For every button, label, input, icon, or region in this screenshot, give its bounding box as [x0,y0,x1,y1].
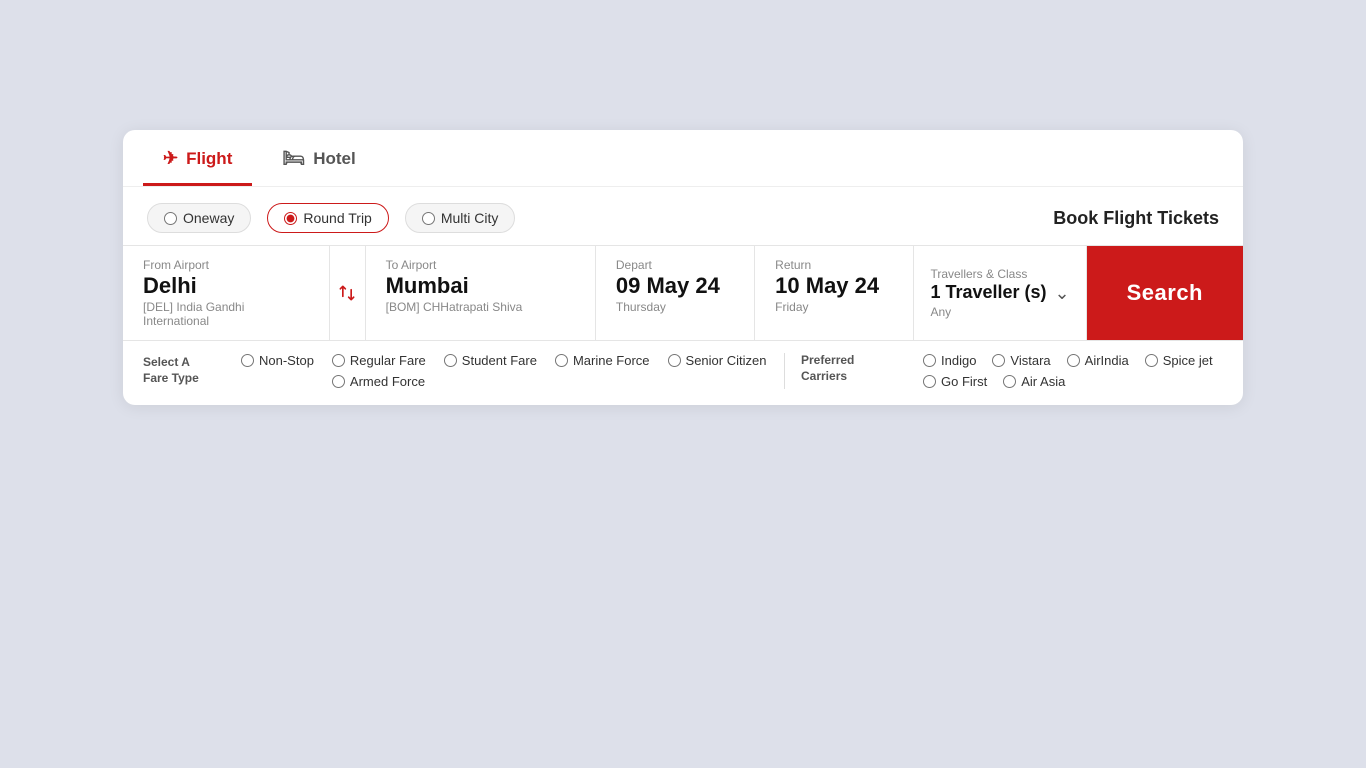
indigo-radio[interactable] [923,354,936,367]
vistara-radio[interactable] [992,354,1005,367]
depart-field[interactable]: Depart 09 May 24 Thursday [596,246,755,340]
indigo-label: Indigo [941,353,976,368]
marine-force-radio[interactable] [555,354,568,367]
flight-icon: ✈ [163,148,178,169]
tab-flight[interactable]: ✈ Flight [143,130,252,186]
return-date: 10 May 24 [775,274,893,298]
to-code: [BOM] CHHatrapati Shiva [386,300,575,314]
marine-force-label: Marine Force [573,353,650,368]
carrier-options: Indigo Vistara AirIndia Spice jet Go Fir… [923,353,1223,389]
spicejet-label: Spice jet [1163,353,1213,368]
student-fare-radio[interactable] [444,354,457,367]
tab-hotel[interactable]: 🛏 Hotel [262,130,375,186]
return-day: Friday [775,300,893,314]
preferred-carriers-label: PreferredCarriers [801,353,911,384]
airindia-radio[interactable] [1067,354,1080,367]
trip-type-row: Oneway Round Trip Multi City Book Flight… [123,187,1243,241]
roundtrip-option[interactable]: Round Trip [267,203,388,233]
carrier-indigo[interactable]: Indigo [923,353,976,368]
regular-fare-radio[interactable] [332,354,345,367]
senior-citizen-label: Senior Citizen [686,353,767,368]
book-title: Book Flight Tickets [1053,208,1219,229]
chevron-down-icon: ⌄ [1055,283,1070,304]
tab-hotel-label: Hotel [313,149,356,169]
depart-day: Thursday [616,300,734,314]
fare-row: Select AFare Type Non-Stop Regular Fare … [123,341,1243,405]
student-fare-label: Student Fare [462,353,537,368]
gofirst-label: Go First [941,374,987,389]
fare-option-regular[interactable]: Regular Fare [332,353,426,368]
carriers-section: PreferredCarriers Indigo Vistara AirIndi… [801,353,1223,389]
fare-option-student[interactable]: Student Fare [444,353,537,368]
armed-force-label: Armed Force [350,374,425,389]
carrier-vistara[interactable]: Vistara [992,353,1050,368]
vistara-label: Vistara [1010,353,1050,368]
return-field[interactable]: Return 10 May 24 Friday [755,246,914,340]
non-stop-label: Non-Stop [259,353,314,368]
fare-option-marine[interactable]: Marine Force [555,353,650,368]
senior-citizen-radio[interactable] [668,354,681,367]
tab-flight-label: Flight [186,149,232,169]
airasia-radio[interactable] [1003,375,1016,388]
from-label: From Airport [143,258,309,272]
fare-option-armed[interactable]: Armed Force [332,374,425,389]
to-city: Mumbai [386,274,575,298]
booking-card: ✈ Flight 🛏 Hotel Oneway Round Trip Multi… [123,130,1243,405]
oneway-label: Oneway [183,210,234,226]
fare-options: Regular Fare Student Fare Marine Force S… [332,353,768,389]
depart-label: Depart [616,258,734,272]
multicity-label: Multi City [441,210,499,226]
carrier-airindia[interactable]: AirIndia [1067,353,1129,368]
search-button[interactable]: Search [1087,246,1243,340]
airasia-label: Air Asia [1021,374,1065,389]
travellers-count: 1 Traveller (s) [930,283,1046,303]
travellers-class: Any [930,305,1046,319]
travellers-content: Travellers & Class 1 Traveller (s) Any [930,267,1046,319]
roundtrip-radio[interactable] [284,212,297,225]
from-code: [DEL] India Gandhi International [143,300,309,328]
non-stop-group[interactable]: Non-Stop [241,353,314,368]
tab-bar: ✈ Flight 🛏 Hotel [123,130,1243,187]
carrier-spicejet[interactable]: Spice jet [1145,353,1213,368]
carrier-gofirst[interactable]: Go First [923,374,987,389]
oneway-option[interactable]: Oneway [147,203,251,233]
multicity-radio[interactable] [422,212,435,225]
oneway-radio[interactable] [164,212,177,225]
gofirst-radio[interactable] [923,375,936,388]
armed-force-radio[interactable] [332,375,345,388]
regular-fare-label: Regular Fare [350,353,426,368]
travellers-label: Travellers & Class [930,267,1046,281]
hotel-icon: 🛏 [282,148,305,169]
non-stop-option[interactable]: Non-Stop [241,353,314,368]
fare-carriers-row: Select AFare Type Non-Stop Regular Fare … [143,353,768,389]
from-city: Delhi [143,274,309,298]
carrier-airasia[interactable]: Air Asia [1003,374,1065,389]
vertical-divider [784,353,785,389]
search-bar: From Airport Delhi [DEL] India Gandhi In… [123,245,1243,341]
from-field[interactable]: From Airport Delhi [DEL] India Gandhi In… [123,246,330,340]
roundtrip-label: Round Trip [303,210,371,226]
swap-button[interactable] [330,246,366,340]
to-label: To Airport [386,258,575,272]
fare-option-senior[interactable]: Senior Citizen [668,353,767,368]
fare-type-label: Select AFare Type [143,353,233,386]
travellers-field[interactable]: Travellers & Class 1 Traveller (s) Any ⌄ [914,246,1086,340]
to-field[interactable]: To Airport Mumbai [BOM] CHHatrapati Shiv… [366,246,596,340]
return-label: Return [775,258,893,272]
multicity-option[interactable]: Multi City [405,203,516,233]
depart-date: 09 May 24 [616,274,734,298]
airindia-label: AirIndia [1085,353,1129,368]
non-stop-radio[interactable] [241,354,254,367]
swap-icon [337,283,357,303]
spicejet-radio[interactable] [1145,354,1158,367]
